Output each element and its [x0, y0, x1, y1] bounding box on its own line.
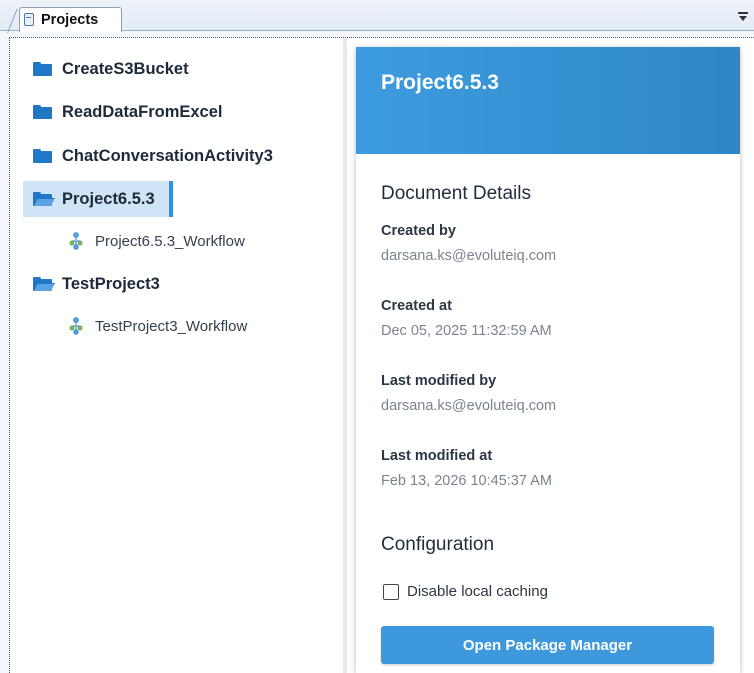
- open-package-manager-button[interactable]: Open Package Manager: [381, 626, 714, 664]
- disable-caching-checkbox[interactable]: [383, 583, 399, 600]
- tab-strip: Projects: [0, 0, 754, 33]
- tree-item-project653[interactable]: Project6.5.3: [23, 181, 173, 217]
- tree-item-project653-workflow[interactable]: Project6.5.3_Workflow: [23, 224, 245, 258]
- tree-item-label: TestProject3: [62, 274, 160, 293]
- tree-item-testproject3-workflow[interactable]: TestProject3_Workflow: [23, 309, 247, 343]
- tree-item-label: ReadDataFromExcel: [62, 102, 223, 121]
- folder-icon: [33, 62, 52, 76]
- tree-item-readdatafromexcel[interactable]: ReadDataFromExcel: [23, 95, 222, 129]
- tree-item-label: Project6.5.3: [62, 189, 155, 208]
- folder-icon: [33, 149, 52, 163]
- tree-item-testproject3[interactable]: TestProject3: [23, 267, 160, 301]
- tree-item-label: TestProject3_Workflow: [95, 317, 248, 335]
- details-title: Project6.5.3: [381, 71, 499, 94]
- modified-by-value: darsana.ks@evoluteiq.com: [381, 398, 557, 414]
- created-at-label: Created at: [381, 298, 452, 314]
- modified-at-value: Feb 13, 2026 10:45:37 AM: [381, 473, 552, 489]
- details-card: Project6.5.3 Document Details Created by…: [356, 47, 740, 673]
- modified-at-label: Last modified at: [381, 448, 493, 464]
- created-at-value: Dec 05, 2025 11:32:59 AM: [381, 323, 552, 339]
- workflow-icon: [69, 232, 83, 250]
- tree-item-label: Project6.5.3_Workflow: [95, 232, 245, 250]
- tree-item-creates3bucket[interactable]: CreateS3Bucket: [23, 52, 189, 86]
- created-by-value: darsana.ks@evoluteiq.com: [381, 248, 557, 264]
- tree-item-label: ChatConversationActivity3: [62, 146, 273, 165]
- tab-projects[interactable]: Projects: [19, 7, 122, 32]
- workflow-icon: [69, 317, 83, 335]
- disable-caching-option[interactable]: Disable local caching: [383, 583, 548, 600]
- tree-item-label: CreateS3Bucket: [62, 59, 189, 78]
- folder-icon: [33, 105, 52, 119]
- pane-splitter[interactable]: [343, 38, 347, 673]
- document-icon: [24, 13, 34, 26]
- tab-label: Projects: [41, 12, 99, 28]
- configuration-heading: Configuration: [381, 534, 495, 555]
- folder-open-icon: [33, 277, 55, 291]
- project-tree: CreateS3Bucket ReadDataFromExcel ChatCon…: [13, 38, 343, 673]
- folder-open-icon: [33, 192, 55, 206]
- modified-by-label: Last modified by: [381, 373, 497, 389]
- created-by-label: Created by: [381, 223, 456, 239]
- document-details-heading: Document Details: [381, 183, 531, 204]
- details-header: Project6.5.3: [356, 47, 740, 154]
- disable-caching-label: Disable local caching: [407, 583, 548, 600]
- tree-item-chatconversationactivity3[interactable]: ChatConversationActivity3: [23, 139, 273, 173]
- tab-overflow-menu-icon[interactable]: [738, 12, 748, 22]
